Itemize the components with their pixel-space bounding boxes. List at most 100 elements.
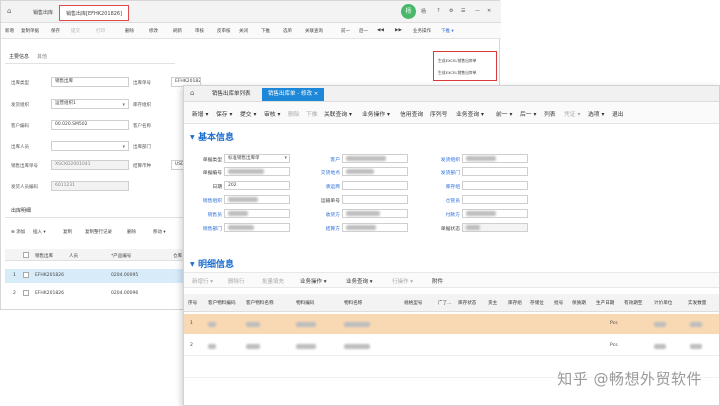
business-op-button[interactable]: 业务操作: [413, 28, 431, 34]
ship-dept-field[interactable]: [462, 167, 528, 176]
menu-next[interactable]: 后一 ▾: [520, 109, 536, 118]
home-icon[interactable]: ⌂: [190, 89, 194, 97]
grid-insert-button[interactable]: 插入 ▾: [33, 229, 46, 235]
select-bill-button[interactable]: 选单: [283, 28, 292, 34]
last-icon[interactable]: ▶▶: [395, 28, 402, 33]
sales-dept-field[interactable]: [224, 223, 290, 232]
save-button[interactable]: 保存: [51, 28, 60, 34]
settings-icon[interactable]: ⚙: [449, 8, 453, 14]
ship-org-field[interactable]: [462, 154, 528, 163]
previous-button[interactable]: 前一: [341, 28, 350, 34]
table-row[interactable]: 2 Pcs: [184, 336, 719, 356]
stock-group-field[interactable]: [462, 181, 528, 190]
menu-delete[interactable]: 删除: [288, 109, 300, 118]
receiver-field[interactable]: [342, 209, 408, 218]
collapse-icon[interactable]: ▼: [190, 261, 195, 268]
tab-other[interactable]: 其他: [37, 53, 47, 60]
tab-sales-outbound-detail[interactable]: 销售出库[EFHK201826]: [59, 5, 130, 21]
add-row-button[interactable]: 新增行 ▾: [192, 277, 213, 285]
menu-item-generate-excel-2[interactable]: 生成EXCEL销售出库单: [438, 70, 476, 76]
refresh-button[interactable]: 刷新: [173, 28, 182, 34]
menu-options[interactable]: 选项 ▾: [588, 109, 604, 118]
menu-related-query[interactable]: 关联查询 ▾: [324, 109, 352, 118]
tab-sales-outbound-edit[interactable]: 销售出库单 - 修改 ×: [262, 88, 325, 101]
grid-copy-row-button[interactable]: 复制整行记录: [85, 229, 112, 235]
push-dropdown-button[interactable]: 下推 ▾: [441, 28, 454, 34]
table-row[interactable]: 1 EFHK201826 0204.00095: [5, 269, 185, 283]
modify-button[interactable]: 修改: [149, 28, 158, 34]
menu-credit-query[interactable]: 信用查询: [400, 109, 423, 118]
detail-business-query-button[interactable]: 业务查询 ▾: [346, 277, 373, 285]
detail-business-op-button[interactable]: 业务操作 ▾: [300, 277, 327, 285]
keeper-field[interactable]: [462, 195, 528, 204]
menu-submit[interactable]: 提交 ▾: [240, 109, 256, 118]
table-row[interactable]: 2 EFHK201826 0204.00096: [5, 287, 185, 301]
unaudit-button[interactable]: 反审核: [217, 28, 231, 34]
date-field[interactable]: 202: [224, 181, 290, 190]
help-icon[interactable]: ?: [437, 8, 440, 14]
push-button[interactable]: 下推: [261, 28, 270, 34]
menu-serial[interactable]: 序列号: [430, 109, 447, 118]
payer-field[interactable]: [462, 209, 528, 218]
collapse-icon[interactable]: ▼: [190, 134, 195, 141]
menu-voucher[interactable]: 凭证 ▾: [564, 109, 580, 118]
shipping-no-field[interactable]: [342, 195, 408, 204]
close-icon[interactable]: ×: [314, 91, 319, 97]
menu-business-op[interactable]: 业务操作 ▾: [362, 109, 390, 118]
menu-list[interactable]: 列表: [544, 109, 556, 118]
next-button[interactable]: 后一: [359, 28, 368, 34]
submit-button[interactable]: 提交: [71, 28, 80, 34]
menu-prev[interactable]: 前一 ▾: [496, 109, 512, 118]
select-all-checkbox[interactable]: [23, 252, 29, 258]
tab-main-info[interactable]: 主要信息: [9, 53, 29, 60]
close-icon[interactable]: ✕: [487, 8, 491, 14]
menu-business-query[interactable]: 业务查询 ▾: [456, 109, 484, 118]
salesman-field[interactable]: [224, 209, 290, 218]
row-checkbox[interactable]: [23, 272, 29, 278]
grid-delete-button[interactable]: 删除: [127, 229, 136, 235]
grid-add-button[interactable]: ⊕ 添加: [11, 229, 25, 235]
settler-field[interactable]: [342, 223, 408, 232]
print-button[interactable]: 打印: [96, 28, 105, 34]
attachment-button[interactable]: 附件: [432, 277, 443, 285]
sales-org-field[interactable]: [224, 195, 290, 204]
related-query-button[interactable]: 关联查询: [305, 28, 323, 34]
label-customer: 客户: [330, 158, 340, 163]
outbound-type-field[interactable]: 销售出库: [51, 77, 129, 87]
avatar[interactable]: 杨: [401, 4, 416, 19]
bill-type-field[interactable]: 标准销售出库单 ▾: [224, 154, 290, 163]
user-name[interactable]: 杨: [421, 8, 426, 15]
tab-sales-outbound-list[interactable]: 销售出库单列表: [206, 88, 257, 101]
close-bill-button[interactable]: 关闭: [239, 28, 248, 34]
ship-org-field[interactable]: 运营组织1 ▾: [51, 99, 129, 109]
menu-save[interactable]: 保存 ▾: [216, 109, 232, 118]
menu-exit[interactable]: 退出: [612, 109, 624, 118]
delivery-place-field[interactable]: [342, 167, 408, 176]
table-row[interactable]: 1 Pcs: [184, 314, 719, 334]
menu-item-generate-excel-1[interactable]: 生成EXCEL销售出库单: [438, 58, 476, 64]
delete-row-button[interactable]: 删除行: [228, 277, 245, 285]
customer-field[interactable]: [342, 154, 408, 163]
menu-icon[interactable]: ☰: [461, 8, 465, 14]
carrier-field[interactable]: [342, 181, 408, 190]
batch-fill-button[interactable]: 批量填充: [262, 277, 284, 285]
bill-no-field[interactable]: [224, 167, 290, 176]
audit-button[interactable]: 审核: [195, 28, 204, 34]
home-icon[interactable]: ⌂: [7, 7, 11, 15]
delete-button[interactable]: 删除: [125, 28, 134, 34]
menu-audit[interactable]: 审核 ▾: [264, 109, 280, 118]
grid-move-button[interactable]: 移动 ▾: [153, 229, 166, 235]
outbound-staff-field[interactable]: ▾: [51, 141, 129, 151]
grid-copy-button[interactable]: 复制: [63, 229, 72, 235]
minimize-icon[interactable]: —: [475, 8, 480, 14]
row-checkbox[interactable]: [23, 290, 29, 296]
menu-new[interactable]: 新增 ▾: [192, 109, 208, 118]
row-op-button[interactable]: 行操作 ▾: [392, 277, 413, 285]
tab-sales-outbound[interactable]: 销售出库: [27, 5, 59, 21]
first-icon[interactable]: ◀◀: [377, 28, 384, 33]
copy-bill-button[interactable]: 复制单据: [21, 28, 39, 34]
new-button[interactable]: 新增: [5, 28, 14, 34]
menu-push[interactable]: 下推: [306, 109, 318, 118]
customer-code-field[interactable]: 00.020.SM502: [51, 120, 129, 130]
tab-outbound-detail[interactable]: 出库明细: [11, 207, 31, 214]
